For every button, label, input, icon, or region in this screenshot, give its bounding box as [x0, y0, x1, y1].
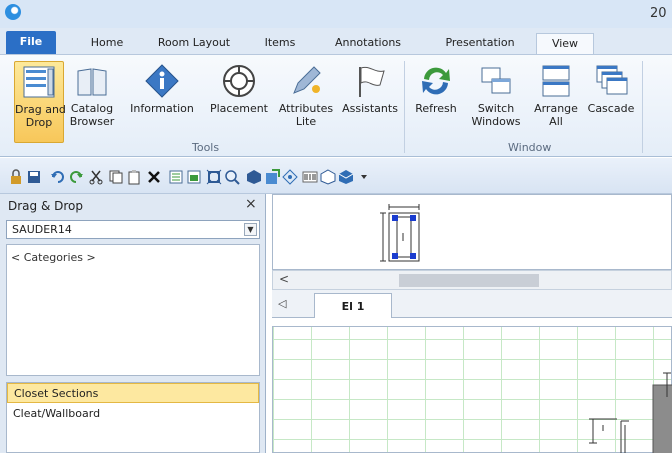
list-item-closet-sections[interactable]: Closet Sections	[7, 383, 259, 403]
ribbon: Drag and Drop Catalog Browser Informatio…	[0, 54, 672, 157]
panel-title: Drag & Drop	[8, 199, 83, 213]
scroll-left-arrow[interactable]: <	[279, 272, 289, 286]
catalog-browser-button[interactable]: Catalog Browser	[68, 61, 116, 143]
group-separator-2	[642, 61, 643, 153]
switch-windows-label-1: Switch	[477, 102, 515, 115]
items-list: Closet Sections Cleat/Wallboard	[6, 382, 260, 453]
switch-windows-label-2: Windows	[471, 115, 521, 128]
drag-drop-panel: Drag & Drop × SAUDER14 ▼ < Categories > …	[0, 194, 266, 453]
assistants-label: Assistants	[342, 102, 398, 115]
information-button[interactable]: Information	[122, 61, 202, 143]
plan-view[interactable]	[272, 326, 672, 453]
closet-section-drawing	[380, 204, 420, 262]
cube-icon[interactable]	[246, 169, 262, 185]
book-icon	[77, 68, 107, 96]
tools-group-label: Tools	[192, 141, 220, 154]
horizontal-scrollbar[interactable]: <	[272, 270, 672, 290]
information-label: Information	[130, 102, 194, 115]
scroll-thumb[interactable]	[399, 274, 539, 287]
placement-label: Placement	[209, 102, 268, 115]
wireframe-icon[interactable]	[282, 169, 298, 185]
elevation-view[interactable]	[272, 194, 672, 270]
assistants-button[interactable]: Assistants	[338, 61, 402, 143]
drag-and-drop-label-1: Drag and	[15, 103, 66, 116]
refresh-button[interactable]: Refresh	[408, 61, 464, 143]
app-logo-icon[interactable]	[5, 4, 21, 20]
catalog-browser-label-2: Browser	[69, 115, 115, 128]
save-icon[interactable]	[26, 169, 42, 185]
barcode-icon[interactable]	[302, 169, 318, 185]
categories-box[interactable]: < Categories >	[6, 244, 260, 376]
attributes-lite-button[interactable]: Attributes Lite	[274, 61, 338, 143]
cascade-label: Cascade	[587, 102, 635, 115]
arrange-all-label-2: All	[549, 115, 563, 128]
drag-and-drop-label-2: Drop	[25, 116, 53, 129]
categories-label: < Categories >	[11, 251, 96, 264]
cut-icon[interactable]	[88, 169, 104, 185]
fit-view-icon[interactable]	[206, 169, 222, 185]
tab-room-layout[interactable]: Room Layout	[148, 33, 240, 54]
details-view-icon[interactable]	[186, 169, 202, 185]
catalog-browser-label-1: Catalog	[70, 102, 114, 115]
tab-items[interactable]: Items	[256, 33, 304, 54]
info-icon	[145, 64, 179, 98]
catalog-select[interactable]: SAUDER14 ▼	[6, 220, 260, 239]
refresh-icon	[422, 67, 450, 95]
placement-button[interactable]: Placement	[206, 61, 272, 143]
drag-and-drop-button[interactable]: Drag and Drop	[14, 61, 66, 143]
attributes-lite-label-1: Attributes	[278, 102, 334, 115]
quick-toolbar	[0, 158, 672, 194]
tab-el-1[interactable]: El 1	[314, 293, 392, 318]
box-outline-icon[interactable]	[320, 169, 336, 185]
undo-icon[interactable]	[50, 169, 66, 185]
tab-annotations[interactable]: Annotations	[324, 33, 412, 54]
tab-nav-left-icon[interactable]: ◁	[278, 297, 286, 310]
drag-drop-icon	[23, 66, 55, 98]
tab-view[interactable]: View	[536, 33, 594, 54]
placement-icon	[223, 65, 255, 97]
redo-icon[interactable]	[68, 169, 84, 185]
tab-file[interactable]: File	[6, 31, 56, 54]
delete-icon[interactable]	[146, 169, 162, 185]
attributes-lite-label-2: Lite	[295, 115, 317, 128]
list-item-cleat-wallboard[interactable]: Cleat/Wallboard	[7, 404, 259, 424]
arrange-all-label-1: Arrange	[534, 102, 578, 115]
plan-drawing	[589, 372, 672, 453]
switch-windows-icon	[481, 67, 511, 94]
cascade-button[interactable]: Cascade	[584, 61, 638, 143]
paste-icon[interactable]	[126, 169, 142, 185]
zoom-icon[interactable]	[224, 169, 240, 185]
arrange-icon	[542, 65, 570, 97]
close-icon[interactable]: ×	[245, 196, 257, 212]
tab-presentation[interactable]: Presentation	[436, 33, 524, 54]
cascade-icon	[596, 65, 628, 95]
catalog-select-value: SAUDER14	[12, 223, 72, 236]
lock-icon[interactable]	[8, 169, 24, 185]
group-separator	[404, 61, 405, 153]
flag-icon	[359, 66, 385, 97]
export-icon[interactable]	[264, 169, 280, 185]
window-title: 20	[650, 6, 667, 21]
tab-home[interactable]: Home	[82, 33, 132, 54]
copy-icon[interactable]	[108, 169, 124, 185]
arrange-all-button[interactable]: Arrange All	[530, 61, 582, 143]
customize-toolbar-icon[interactable]	[356, 169, 372, 185]
ribbon-tabs: File Home Room Layout Items Annotations …	[0, 28, 672, 54]
list-view-icon[interactable]	[168, 169, 184, 185]
switch-windows-button[interactable]: Switch Windows	[470, 61, 522, 143]
window-group-label: Window	[508, 141, 552, 154]
box-solid-icon[interactable]	[338, 169, 354, 185]
document-tabs: ◁ El 1	[272, 290, 672, 318]
refresh-label: Refresh	[415, 102, 457, 115]
pencil-icon	[293, 66, 321, 94]
title-bar: 20	[0, 0, 672, 28]
chevron-down-icon[interactable]: ▼	[244, 223, 257, 236]
